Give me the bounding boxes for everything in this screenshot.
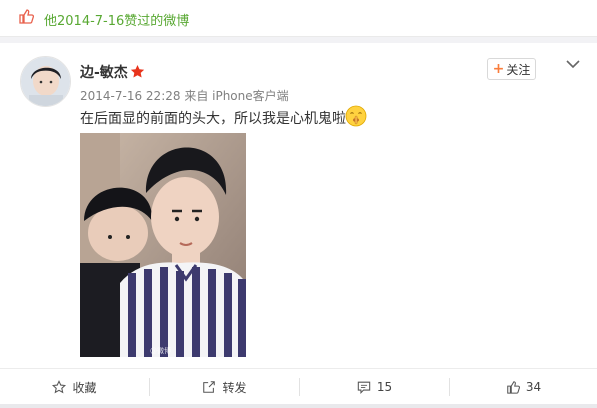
action-bar: 收藏 转发 15 34 bbox=[0, 368, 597, 404]
post-text: 在后面显的前面的头大，所以我是心机鬼啦 bbox=[80, 111, 346, 127]
star-icon bbox=[130, 64, 145, 78]
like-count: 34 bbox=[525, 380, 542, 394]
liked-header: 他2014-7-16赞过的微博 bbox=[0, 0, 597, 37]
comment-icon bbox=[357, 381, 371, 394]
liked-header-text[interactable]: 他2014-7-16赞过的微博 bbox=[44, 10, 189, 29]
comment-count: 15 bbox=[376, 380, 393, 394]
post-meta[interactable]: 2014-7-16 22:28 来自 iPhone客户端 bbox=[80, 87, 289, 104]
feed-gap bbox=[0, 404, 597, 408]
follow-label: 关注 bbox=[506, 62, 531, 77]
star-outline-icon bbox=[52, 380, 67, 394]
favorite-button[interactable]: 收藏 bbox=[0, 369, 149, 405]
repost-button[interactable]: 转发 bbox=[150, 369, 299, 405]
thumbs-up-icon bbox=[19, 9, 34, 24]
thumbs-up-icon bbox=[507, 381, 520, 394]
repost-label: 转发 bbox=[222, 380, 247, 395]
plus-icon: + bbox=[492, 61, 505, 77]
shh-emoji-icon bbox=[345, 105, 367, 127]
comment-button[interactable]: 15 bbox=[300, 369, 449, 405]
favorite-label: 收藏 bbox=[72, 380, 97, 395]
follow-button[interactable]: + 关注 bbox=[487, 58, 536, 80]
author-name[interactable]: 边-敏杰 bbox=[80, 62, 128, 82]
post-photo[interactable]: @微博 bbox=[80, 133, 246, 357]
like-button[interactable]: 34 bbox=[450, 369, 597, 405]
chevron-down-icon[interactable] bbox=[566, 59, 580, 69]
feed-gap bbox=[0, 37, 597, 43]
repost-icon bbox=[203, 381, 216, 393]
photo-watermark: @微博 bbox=[150, 346, 171, 355]
avatar[interactable] bbox=[20, 56, 71, 107]
